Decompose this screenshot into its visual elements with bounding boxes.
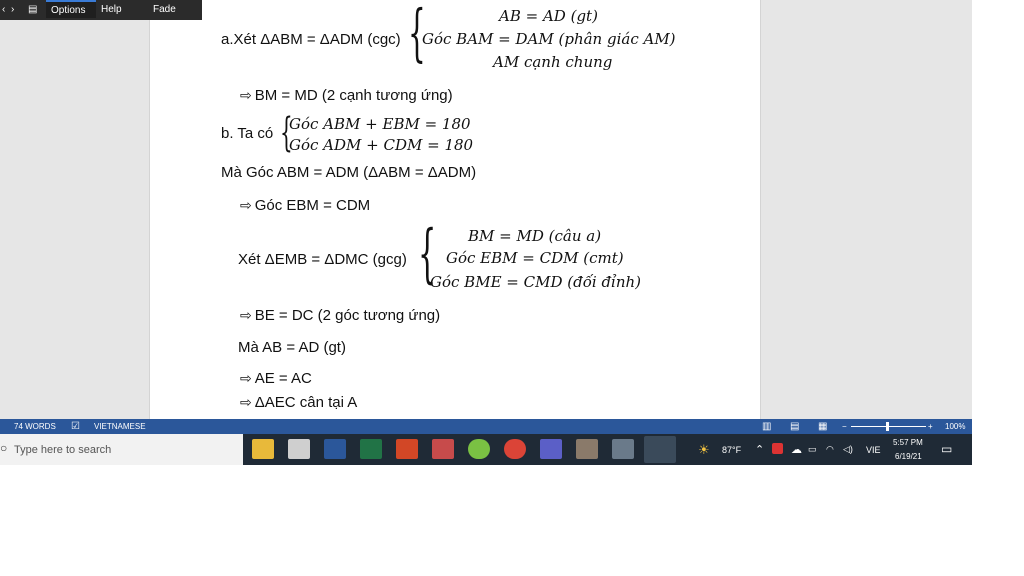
volume-icon[interactable]: ◁) [843, 444, 853, 455]
line-6-math-2: Góc EBM = CDM (cmt) [446, 249, 624, 267]
line-9: ⇨ AE = AC [240, 370, 312, 387]
clock-time[interactable]: 5:57 PM [893, 438, 923, 447]
arrow-icon: ⇨ [240, 394, 252, 410]
status-bar: 74 WORDS ☑ VIETNAMESE ▥ ▤ ▦ − + 100% [0, 419, 972, 434]
zoom-slider-thumb[interactable] [886, 422, 889, 431]
language-status[interactable]: VIETNAMESE [94, 419, 146, 434]
line-6-math-3: Góc BME = CMD (đối đỉnh) [430, 273, 642, 291]
line-1-label: a.Xét ΔABM = ΔADM (cgc) [221, 31, 401, 48]
input-language[interactable]: VIE [866, 445, 881, 455]
chevron-left-icon[interactable]: ‹ [2, 0, 5, 20]
menu-options[interactable]: Options [46, 0, 96, 18]
weather-temp[interactable]: 87°F [722, 445, 741, 455]
notification-icon[interactable]: ▭ [941, 442, 952, 456]
app-icon-photo-2[interactable] [612, 439, 634, 459]
document-page[interactable]: a.Xét ΔABM = ΔADM (cgc) { AB = AD (gt) G… [149, 0, 761, 419]
calculator-icon[interactable]: ▤ [28, 0, 37, 20]
line-3-label: b. Ta có [221, 125, 274, 142]
line-7: ⇨ BE = DC (2 góc tương ứng) [240, 307, 440, 324]
app-icon-photo-1[interactable] [576, 439, 598, 459]
app-icon-green[interactable] [468, 439, 490, 459]
teams-icon[interactable] [540, 439, 562, 459]
menu-fade[interactable]: Fade [153, 0, 176, 20]
line-10: ⇨ ΔAEC cân tại A [240, 394, 357, 411]
powerpoint-icon[interactable] [396, 439, 418, 459]
calculator-app-icon[interactable] [644, 436, 676, 463]
line-3-math-1: Góc ABM + EBM = 180 [289, 115, 471, 133]
line-8: Mà AB = AD (gt) [238, 339, 346, 356]
screen: a.Xét ΔABM = ΔADM (cgc) { AB = AD (gt) G… [0, 0, 972, 465]
line-4: Mà Góc ABM = ADM (ΔABM = ΔADM) [221, 164, 477, 181]
line-5: ⇨ Góc EBM = CDM [240, 197, 370, 214]
chevron-up-icon[interactable]: ⌃ [755, 443, 764, 456]
left-margin-area [0, 0, 149, 419]
search-placeholder: Type here to search [14, 444, 112, 456]
weather-icon[interactable]: ☀ [698, 442, 710, 458]
line-2: ⇨ BM = MD (2 cạnh tương ứng) [240, 87, 453, 104]
line-6-math-1: BM = MD (câu a) [468, 227, 602, 245]
arrow-icon: ⇨ [240, 370, 252, 386]
menu-help[interactable]: Help [101, 0, 122, 20]
word-count[interactable]: 74 WORDS [14, 419, 56, 434]
word-icon[interactable] [324, 439, 346, 459]
store-icon[interactable] [288, 439, 310, 459]
search-icon: ○ [0, 441, 8, 455]
chrome-icon[interactable] [504, 439, 526, 459]
line-3-math-2: Góc ADM + CDM = 180 [289, 136, 474, 154]
battery-icon[interactable]: ▭ [808, 444, 817, 455]
line-9-text: AE = AC [254, 370, 312, 387]
file-explorer-icon[interactable] [252, 439, 274, 459]
zoom-in-icon[interactable]: + [928, 419, 933, 434]
antivirus-icon[interactable] [772, 443, 783, 454]
print-layout-icon[interactable]: ▤ [790, 419, 799, 434]
line-1-math-3: AM cạnh chung [493, 53, 613, 71]
arrow-icon: ⇨ [240, 87, 252, 103]
floating-toolbar: ‹ › ▤ Options Help Fade [0, 0, 202, 20]
line-1-math-1: AB = AD (gt) [499, 7, 598, 25]
taskbar-search[interactable]: ○ Type here to search [0, 434, 243, 465]
line-5-text: Góc EBM = CDM [254, 197, 371, 214]
read-mode-icon[interactable]: ▥ [762, 419, 771, 434]
arrow-icon: ⇨ [240, 197, 252, 213]
line-6-label: Xét ΔEMB = ΔDMC (gcg) [238, 251, 407, 268]
line-1-math-2: Góc BAM = DAM (phân giác AM) [422, 30, 676, 48]
zoom-level[interactable]: 100% [945, 419, 965, 434]
chevron-right-icon[interactable]: › [11, 0, 14, 20]
arrow-icon: ⇨ [240, 307, 252, 323]
zoom-out-icon[interactable]: − [842, 419, 847, 434]
line-7-text: BE = DC (2 góc tương ứng) [254, 307, 441, 324]
wifi-icon[interactable]: ◠ [826, 444, 834, 455]
taskbar: ○ Type here to search ☀ 87°F ⌃ ☁ ▭ ◠ ◁) … [0, 434, 972, 465]
app-icon-red[interactable] [432, 439, 454, 459]
web-layout-icon[interactable]: ▦ [818, 419, 827, 434]
line-2-text: BM = MD (2 cạnh tương ứng) [254, 87, 453, 104]
right-margin-area [760, 0, 972, 419]
cloud-icon[interactable]: ☁ [791, 443, 802, 456]
proofing-icon[interactable]: ☑ [71, 419, 80, 434]
line-10-text: ΔAEC cân tại A [254, 394, 358, 411]
clock-date[interactable]: 6/19/21 [895, 452, 922, 461]
excel-icon[interactable] [360, 439, 382, 459]
